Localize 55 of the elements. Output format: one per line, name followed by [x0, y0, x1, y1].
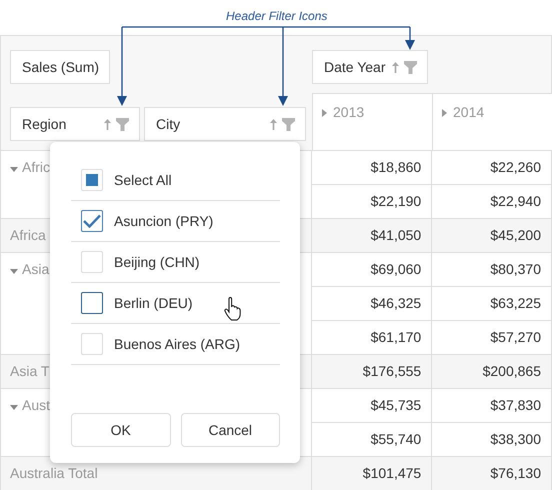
sort-arrow-icon[interactable]	[104, 118, 111, 130]
filter-icon[interactable]	[282, 118, 295, 130]
row-header: Asia T	[10, 363, 50, 379]
checkbox-label[interactable]: Asuncion (PRY)	[114, 213, 214, 229]
caret-right-icon[interactable]	[322, 109, 327, 117]
ok-button[interactable]: OK	[71, 413, 170, 447]
field-chip[interactable]: City	[144, 107, 306, 141]
checkbox-label[interactable]: Berlin (DEU)	[114, 295, 193, 311]
year-label: 2013	[333, 104, 364, 120]
table-cell: $22,260	[431, 150, 551, 184]
row-header: Asia	[22, 261, 50, 277]
checkbox[interactable]	[81, 210, 103, 232]
filter-icon[interactable]	[404, 60, 417, 74]
sort-arrow-icon[interactable]	[392, 62, 399, 72]
year-label: 2014	[453, 104, 484, 120]
caret-down-icon[interactable]	[10, 167, 18, 172]
table-cell: $22,940	[431, 184, 551, 218]
hand-cursor-icon	[224, 297, 242, 321]
caret-right-icon[interactable]	[442, 109, 447, 117]
table-cell: $45,200	[431, 218, 551, 252]
annotation-label: Header Filter Icons	[226, 9, 328, 23]
table-cell: $18,860	[311, 150, 432, 184]
cancel-button[interactable]: Cancel	[180, 413, 280, 447]
data-field-chip[interactable]: Sales (Sum)	[10, 50, 110, 84]
row-header: Africa	[10, 227, 46, 243]
table-cell: $55,740	[311, 422, 432, 456]
sort-arrow-icon[interactable]	[270, 118, 277, 130]
caret-down-icon[interactable]	[10, 405, 18, 410]
checkbox[interactable]	[81, 292, 103, 314]
row-header: Afric	[22, 159, 50, 175]
table-cell: $38,300	[431, 422, 551, 456]
caret-down-icon[interactable]	[10, 269, 18, 274]
table-cell: $101,475	[311, 456, 432, 490]
table-cell: $41,050	[311, 218, 432, 252]
field-chip[interactable]: Region	[10, 107, 140, 141]
checkbox-label[interactable]: Buenos Aires (ARG)	[114, 336, 240, 352]
table-cell: $46,325	[311, 286, 432, 320]
table-cell: $37,830	[431, 388, 551, 422]
field-chip[interactable]: Date Year	[312, 50, 428, 84]
table-cell: $69,060	[311, 252, 432, 286]
table-cell: $63,225	[431, 286, 551, 320]
table-cell: $76,130	[431, 456, 551, 490]
leader-arrow	[405, 27, 415, 50]
row-header: Aust	[22, 397, 50, 413]
table-cell: $57,270	[431, 320, 551, 354]
table-cell: $176,555	[311, 354, 432, 388]
table-cell: $200,865	[431, 354, 551, 388]
row-header: Australia Total	[10, 465, 98, 481]
table-cell: $22,190	[311, 184, 432, 218]
checkbox-label[interactable]: Beijing (CHN)	[114, 254, 200, 270]
table-cell: $45,735	[311, 388, 432, 422]
checkbox-label[interactable]: Select All	[114, 172, 172, 188]
table-cell: $61,170	[311, 320, 432, 354]
table-cell: $80,370	[431, 252, 551, 286]
filter-icon[interactable]	[116, 118, 129, 130]
